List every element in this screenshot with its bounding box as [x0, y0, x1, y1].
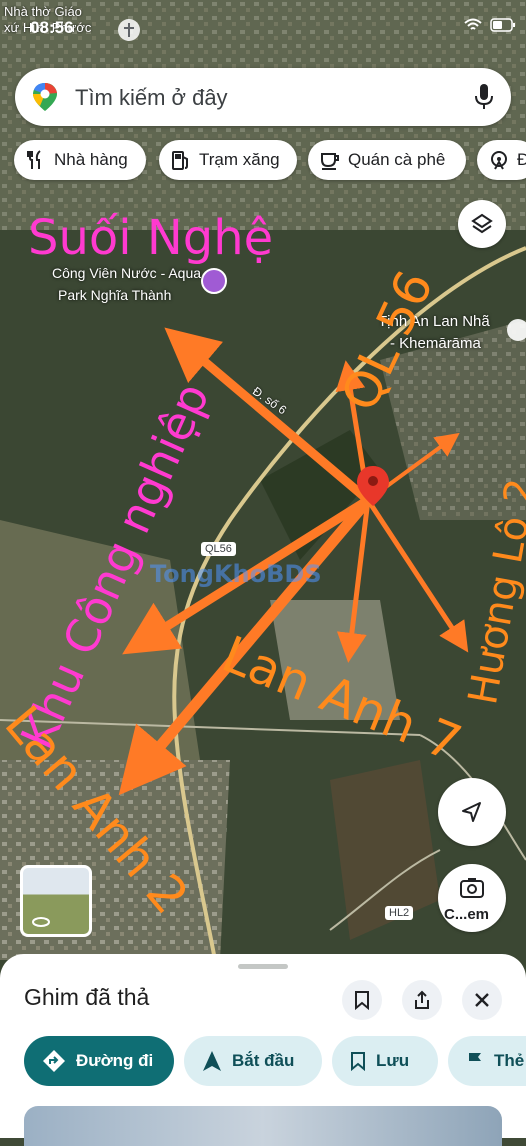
- annotation-suoi-nghe: Suối Nghệ: [28, 210, 274, 266]
- close-icon: [475, 993, 489, 1007]
- status-icons: [464, 18, 516, 35]
- chip-cafes[interactable]: Quán cà phê: [308, 140, 466, 180]
- search-input[interactable]: Tìm kiếm ở đây: [75, 85, 228, 111]
- sheet-drag-handle[interactable]: [238, 964, 288, 969]
- battery-icon: [490, 18, 516, 35]
- mic-icon[interactable]: [473, 82, 495, 117]
- label-label: Thẻ: [494, 1051, 525, 1070]
- coffee-icon: [321, 153, 339, 170]
- save-label: Lưu: [376, 1051, 410, 1070]
- chip-label: Đ: [517, 150, 526, 169]
- water-park-icon[interactable]: [201, 268, 227, 294]
- share-icon: [415, 990, 429, 1009]
- bookmark-icon: [355, 991, 369, 1010]
- camera-icon: [460, 878, 484, 898]
- close-button[interactable]: [462, 980, 502, 1020]
- street-view-thumbnail[interactable]: [20, 865, 92, 937]
- share-button[interactable]: [402, 980, 442, 1020]
- clock: 08:56: [30, 18, 74, 37]
- attraction-icon: [491, 151, 507, 170]
- chip-restaurants[interactable]: Nhà hàng: [14, 140, 146, 180]
- watermark: TongKhoBDS: [150, 560, 322, 588]
- camera-search-label: C...em: [444, 906, 490, 923]
- place-label[interactable]: Park Nghĩa Thành: [58, 287, 171, 303]
- directions-button[interactable]: Đường đi: [24, 1036, 174, 1086]
- chip-label: Nhà hàng: [54, 150, 128, 169]
- layers-icon: [471, 213, 493, 234]
- camera-search-button[interactable]: C...em: [438, 864, 506, 932]
- wifi-icon: [464, 18, 490, 35]
- chip-gas-stations[interactable]: Trạm xăng: [159, 140, 297, 180]
- street-view-icon: [32, 917, 50, 927]
- directions-label: Đường đi: [76, 1051, 154, 1070]
- my-location-button[interactable]: [438, 778, 506, 846]
- maps-logo-icon: [31, 82, 59, 117]
- road-badge-hl2: HL2: [385, 906, 414, 920]
- place-photo[interactable]: [24, 1106, 502, 1146]
- status-bar: Nhà thờ Giáo xứ Hữu Phước 08:56: [0, 0, 526, 44]
- place-label[interactable]: Công Viên Nước - Aqua: [52, 265, 201, 281]
- layers-button[interactable]: [458, 200, 506, 248]
- chip-label: Trạm xăng: [199, 150, 280, 169]
- chip-label: Quán cà phê: [348, 150, 446, 169]
- save-button[interactable]: Lưu: [332, 1036, 438, 1086]
- bookmark-icon: [351, 1052, 365, 1071]
- save-round-button[interactable]: [342, 980, 382, 1020]
- start-button[interactable]: Bắt đầu: [184, 1036, 322, 1086]
- navigation-icon: [203, 1051, 221, 1071]
- search-bar[interactable]: Tìm kiếm ở đây: [15, 68, 511, 126]
- sheet-title: Ghim đã thả: [24, 984, 150, 1010]
- start-label: Bắt đầu: [232, 1051, 295, 1070]
- place-bottom-sheet[interactable]: Ghim đã thả Đường đi Bắt đầu Lưu Thẻ: [0, 954, 526, 1146]
- road-badge-ql56: QL56: [201, 542, 236, 556]
- chip-attractions[interactable]: Đ: [477, 140, 526, 180]
- flag-icon: [469, 1053, 481, 1070]
- directions-icon: [43, 1050, 65, 1072]
- gas-station-icon: [172, 151, 188, 170]
- label-button[interactable]: Thẻ: [448, 1036, 526, 1086]
- restaurant-icon: [27, 150, 41, 169]
- navigation-arrow-icon: [462, 802, 481, 822]
